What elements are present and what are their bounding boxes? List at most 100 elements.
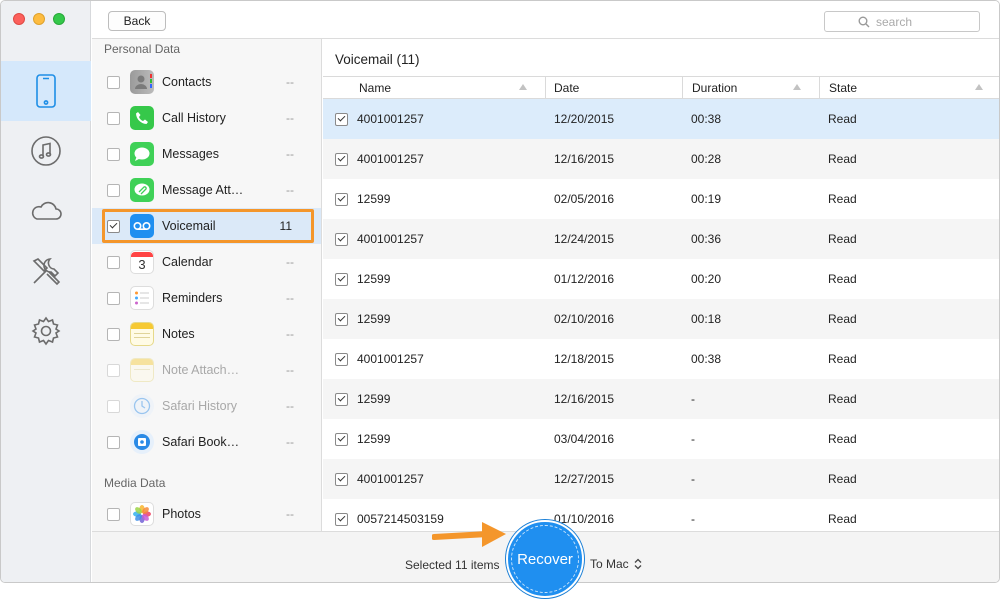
category-checkbox[interactable] bbox=[107, 363, 120, 377]
rail-item-device[interactable] bbox=[1, 61, 91, 121]
table-row[interactable]: 12599 01/12/2016 00:20 Read bbox=[323, 259, 999, 299]
rail-item-settings[interactable] bbox=[1, 301, 91, 361]
table-row[interactable]: 4001001257 12/27/2015 - Read bbox=[323, 459, 999, 499]
category-count: -- bbox=[286, 291, 294, 305]
cell-duration: 00:36 bbox=[691, 232, 722, 246]
column-header-duration[interactable]: Duration bbox=[683, 77, 820, 98]
cell-date: 12/18/2015 bbox=[554, 352, 615, 366]
cell-name: 12599 bbox=[357, 192, 391, 206]
table-row[interactable]: 4001001257 12/20/2015 00:38 Read bbox=[323, 99, 999, 139]
notes-icon bbox=[130, 322, 154, 346]
row-checkbox[interactable] bbox=[335, 152, 348, 166]
category-checkbox[interactable] bbox=[107, 75, 120, 89]
category-label: Messages bbox=[162, 147, 219, 161]
category-notes[interactable]: Notes -- bbox=[92, 316, 321, 352]
category-checkbox[interactable] bbox=[107, 183, 120, 197]
category-count: -- bbox=[286, 75, 294, 89]
search-input[interactable] bbox=[876, 14, 946, 29]
category-checkbox[interactable] bbox=[107, 435, 120, 449]
search-box[interactable] bbox=[824, 11, 980, 32]
panel-title: Voicemail (11) bbox=[335, 52, 420, 67]
message-attachment-icon bbox=[130, 178, 154, 202]
cell-date: 12/16/2015 bbox=[554, 392, 615, 406]
row-checkbox[interactable] bbox=[335, 512, 348, 526]
cloud-icon bbox=[31, 201, 62, 220]
safari-icon bbox=[130, 394, 154, 418]
category-label: Message Att… bbox=[162, 183, 244, 197]
cell-date: 12/20/2015 bbox=[554, 112, 615, 126]
zoom-window-button[interactable] bbox=[53, 13, 65, 25]
row-checkbox[interactable] bbox=[335, 472, 348, 486]
row-checkbox[interactable] bbox=[335, 232, 348, 246]
row-checkbox[interactable] bbox=[335, 112, 348, 126]
row-checkbox[interactable] bbox=[335, 192, 348, 206]
media-data-heading: Media Data bbox=[104, 476, 166, 490]
category-checkbox[interactable] bbox=[107, 507, 120, 521]
pointer-arrow-icon bbox=[432, 522, 506, 547]
category-note-attachments[interactable]: Note Attach… -- bbox=[92, 352, 321, 388]
cell-date: 12/16/2015 bbox=[554, 152, 615, 166]
row-checkbox[interactable] bbox=[335, 432, 348, 446]
table-header: Name Date Duration State bbox=[323, 76, 999, 99]
minimize-window-button[interactable] bbox=[33, 13, 45, 25]
table-row[interactable]: 12599 03/04/2016 - Read bbox=[323, 419, 999, 459]
table-row[interactable]: 0057214503159 01/10/2016 - Read bbox=[323, 499, 999, 531]
reminders-icon bbox=[130, 286, 154, 310]
voicemail-icon bbox=[130, 214, 154, 238]
gear-icon bbox=[31, 316, 61, 346]
back-button[interactable]: Back bbox=[108, 11, 166, 31]
close-window-button[interactable] bbox=[13, 13, 25, 25]
category-label: Voicemail bbox=[162, 219, 216, 233]
category-photos[interactable]: Photos -- bbox=[92, 496, 321, 531]
category-safari-history[interactable]: Safari History -- bbox=[92, 388, 321, 424]
column-header-date[interactable]: Date bbox=[546, 77, 683, 98]
contacts-icon bbox=[130, 70, 154, 94]
category-reminders[interactable]: Reminders -- bbox=[92, 280, 321, 316]
cell-name: 4001001257 bbox=[357, 232, 424, 246]
row-checkbox[interactable] bbox=[335, 392, 348, 406]
cell-duration: 00:18 bbox=[691, 312, 722, 326]
category-checkbox[interactable] bbox=[107, 327, 120, 341]
category-count: -- bbox=[286, 435, 294, 449]
rail-item-tools[interactable] bbox=[1, 241, 91, 301]
recover-button[interactable]: Recover bbox=[506, 520, 584, 598]
category-message-attachments[interactable]: Message Att… -- bbox=[92, 172, 321, 208]
category-checkbox[interactable] bbox=[107, 111, 120, 125]
sort-arrow-icon bbox=[975, 84, 983, 90]
category-count: 11 bbox=[279, 219, 292, 233]
category-label: Note Attach… bbox=[162, 363, 240, 377]
column-header-state[interactable]: State bbox=[820, 77, 999, 98]
column-header-name[interactable]: Name bbox=[323, 77, 546, 98]
table-row[interactable]: 4001001257 12/16/2015 00:28 Read bbox=[323, 139, 999, 179]
category-checkbox[interactable] bbox=[107, 399, 120, 413]
category-checkbox[interactable] bbox=[107, 291, 120, 305]
category-call-history[interactable]: Call History -- bbox=[92, 100, 321, 136]
category-checkbox[interactable] bbox=[107, 219, 120, 233]
cell-state: Read bbox=[828, 392, 857, 406]
destination-select[interactable]: To Mac bbox=[590, 557, 642, 571]
category-safari-bookmarks[interactable]: Safari Book… -- bbox=[92, 424, 321, 460]
category-checkbox[interactable] bbox=[107, 147, 120, 161]
cell-name: 4001001257 bbox=[357, 112, 424, 126]
row-checkbox[interactable] bbox=[335, 312, 348, 326]
category-checkbox[interactable] bbox=[107, 255, 120, 269]
category-count: -- bbox=[286, 399, 294, 413]
category-contacts[interactable]: Contacts -- bbox=[92, 64, 321, 100]
cell-name: 12599 bbox=[357, 432, 391, 446]
category-calendar[interactable]: 3 Calendar -- bbox=[92, 244, 321, 280]
cell-duration: 00:38 bbox=[691, 352, 722, 366]
category-messages[interactable]: Messages -- bbox=[92, 136, 321, 172]
row-checkbox[interactable] bbox=[335, 272, 348, 286]
table-row[interactable]: 4001001257 12/18/2015 00:38 Read bbox=[323, 339, 999, 379]
table-row[interactable]: 12599 02/05/2016 00:19 Read bbox=[323, 179, 999, 219]
rail-item-itunes[interactable] bbox=[1, 121, 91, 181]
table-row[interactable]: 12599 02/10/2016 00:18 Read bbox=[323, 299, 999, 339]
phone-icon bbox=[130, 106, 154, 130]
window-controls bbox=[13, 13, 65, 25]
table-row[interactable]: 4001001257 12/24/2015 00:36 Read bbox=[323, 219, 999, 259]
sort-arrow-icon bbox=[793, 84, 801, 90]
table-row[interactable]: 12599 12/16/2015 - Read bbox=[323, 379, 999, 419]
row-checkbox[interactable] bbox=[335, 352, 348, 366]
category-voicemail[interactable]: Voicemail 11 bbox=[92, 208, 321, 244]
rail-item-icloud[interactable] bbox=[1, 181, 91, 241]
